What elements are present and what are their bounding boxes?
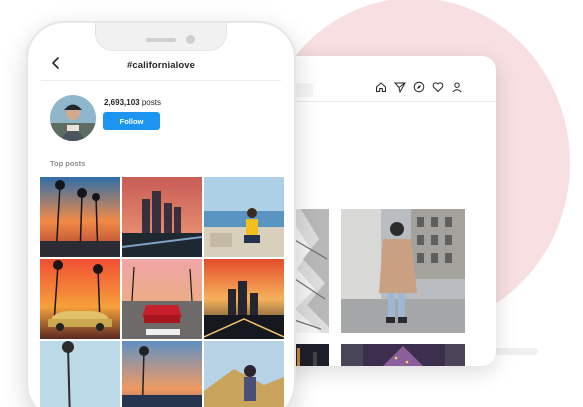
tablet-search-field[interactable]	[293, 83, 313, 97]
top-posts-label: Top posts	[50, 159, 86, 168]
post-beach-sunset[interactable]	[122, 341, 202, 407]
profile-icon[interactable]	[451, 81, 463, 93]
hashtag-title: #californialove	[126, 60, 196, 71]
post-bridge-girl[interactable]	[204, 341, 284, 407]
phone-notch	[95, 23, 227, 51]
phone-camera	[186, 35, 195, 44]
home-icon[interactable]	[375, 81, 387, 93]
header-divider	[41, 80, 281, 81]
hashtag-avatar[interactable]	[50, 95, 96, 141]
post-coast-girl[interactable]	[204, 177, 284, 257]
post-la-skyline[interactable]	[122, 177, 202, 257]
posts-word: posts	[139, 98, 161, 107]
post-palm-sky[interactable]	[40, 341, 120, 407]
follow-button[interactable]: Follow	[103, 112, 160, 130]
post-vintage-car[interactable]	[40, 259, 120, 339]
tablet-photo-street-fashion[interactable]	[341, 209, 465, 333]
phone-speaker	[146, 38, 176, 42]
tablet-photo-christmas-tree[interactable]	[341, 344, 465, 366]
tablet-nav-bar	[375, 81, 463, 93]
tablet-photo-snowy-tree[interactable]	[291, 209, 329, 333]
post-city-dusk[interactable]	[204, 259, 284, 339]
posts-count: 2,693,103 posts	[104, 98, 161, 107]
explore-compass-icon[interactable]	[413, 81, 425, 93]
phone-device: #californialove 2,693,103 posts Follow T…	[26, 21, 296, 407]
posts-number: 2,693,103	[104, 98, 140, 107]
post-red-car-stop[interactable]	[122, 259, 202, 339]
post-palm-sunset[interactable]	[40, 177, 120, 257]
tablet-photo-night-street[interactable]	[291, 344, 329, 366]
direct-send-icon[interactable]	[394, 81, 406, 93]
heart-icon[interactable]	[432, 81, 444, 93]
